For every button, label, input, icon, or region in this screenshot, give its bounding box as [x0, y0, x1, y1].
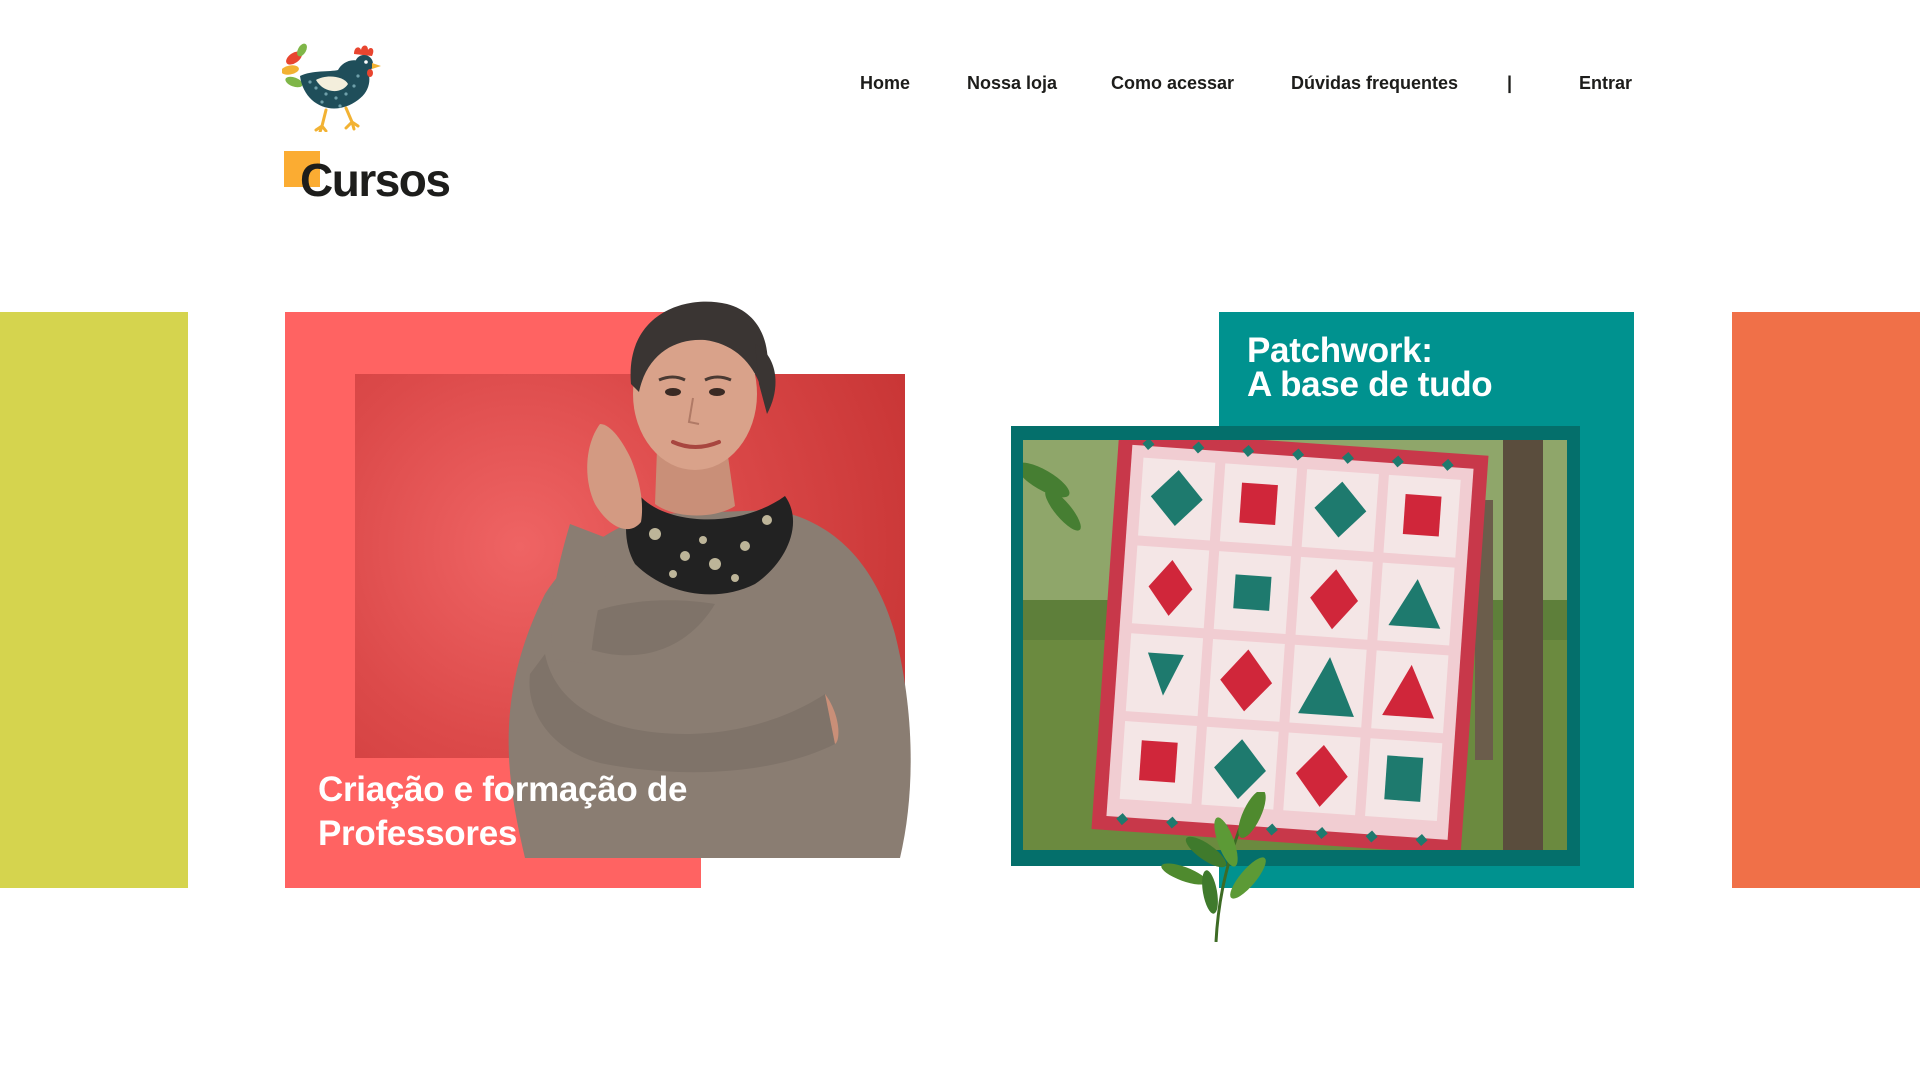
page-title: Cursos [300, 154, 451, 206]
instructor-photo [355, 301, 911, 858]
course-title-patchwork[interactable]: Patchwork: A base de tudo [1247, 331, 1617, 404]
decor-band-left [0, 312, 188, 888]
login-link[interactable]: Entrar [1579, 72, 1632, 94]
course-card-patchwork[interactable]: Patchwork: A base de tudo [1011, 312, 1635, 942]
quilt-photo-frame [1011, 426, 1580, 866]
course-card-professores[interactable]: Criação e formação de Professores [285, 276, 911, 888]
nav-item-home[interactable]: Home [860, 72, 910, 94]
nav-divider: | [1507, 73, 1513, 93]
decor-band-right [1732, 312, 1920, 888]
nav-item-como-acessar[interactable]: Como acessar [1111, 72, 1234, 94]
page: Cursos Home Nossa loja Como acessar Dúvi… [0, 0, 1920, 1080]
nav-item-duvidas-frequentes[interactable]: Dúvidas frequentes [1291, 72, 1458, 94]
main-nav: Home Nossa loja Como acessar Dúvidas fre… [0, 72, 1920, 96]
section-title-block: Cursos [284, 151, 484, 211]
course-title-line-1: Patchwork: [1247, 331, 1433, 370]
course-title-professores[interactable]: Criação e formação de Professores [318, 768, 698, 856]
quilt-photo-image [1023, 440, 1567, 850]
course-title-line-2: A base de tudo [1247, 365, 1493, 404]
nav-item-nossa-loja[interactable]: Nossa loja [967, 72, 1057, 94]
